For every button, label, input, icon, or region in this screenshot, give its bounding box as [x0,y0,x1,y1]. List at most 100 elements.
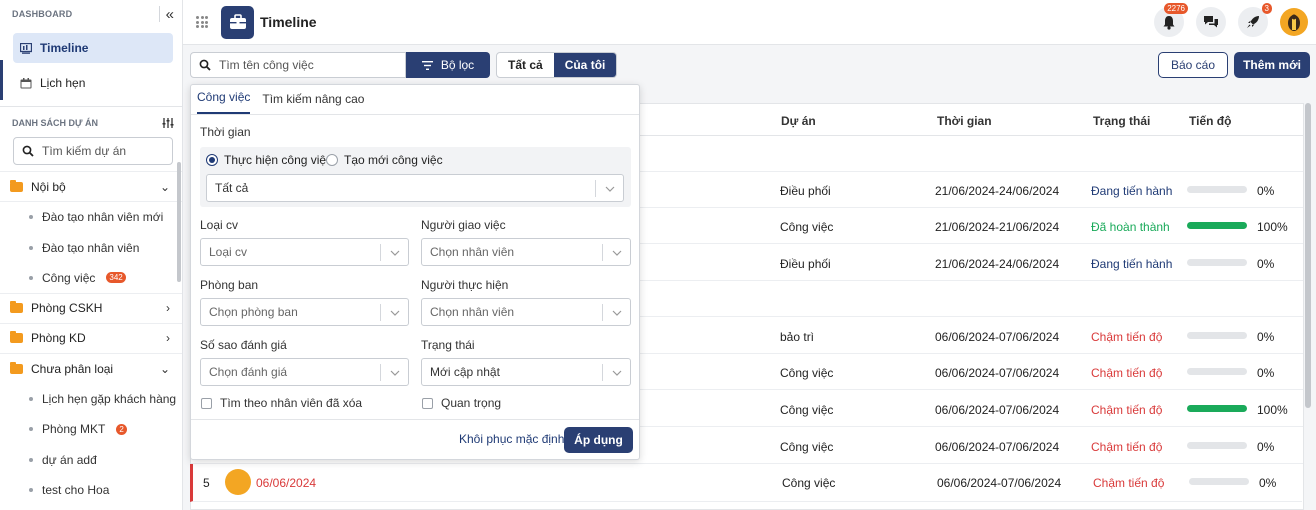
project-item[interactable]: dự án adđ [0,445,182,476]
nav-item-timeline[interactable]: Timeline [13,33,173,63]
radio-execute-task[interactable]: Thực hiện công việc [206,153,332,167]
task-type-select[interactable]: Loại cv [200,238,409,266]
bullet-icon [29,457,33,462]
status-label: Trạng thái [421,338,475,352]
time-range-select[interactable]: Tất cả [206,174,624,202]
chevron-down-icon [595,180,623,197]
cell-status: Chậm tiến độ [1091,330,1163,344]
select-placeholder: Chọn phòng ban [209,305,298,319]
filter-label: Bộ lọc [440,58,475,72]
divider [191,419,639,420]
progress-bar [1189,478,1249,485]
radio-create-task[interactable]: Tạo mới công việc [326,153,443,167]
bullet-icon [29,488,33,493]
reset-defaults-button[interactable]: Khôi phục mặc định [459,432,564,446]
task-type-label: Loại cv [200,218,239,232]
assigner-select[interactable]: Chọn nhân viên [421,238,631,266]
column-header-status: Trạng thái [1093,114,1151,128]
rocket-badge: 3 [1261,3,1272,14]
table-scrollbar[interactable] [1305,103,1311,408]
project-item[interactable]: Công việc 342 [0,263,182,294]
sidebar-scrollbar[interactable] [177,162,181,282]
status-select[interactable]: Mới cập nhật [421,358,631,386]
rating-select[interactable]: Chọn đánh giá [200,358,409,386]
checkbox-icon [422,397,433,409]
project-group-noi-bo[interactable]: Nội bộ ⌄ [0,172,182,202]
project-item[interactable]: Đào tạo nhân viên [0,233,182,264]
department-select[interactable]: Chọn phòng ban [200,298,409,326]
search-icon [199,59,211,71]
sort-filter-icon[interactable] [162,117,174,129]
cell-project: Công việc [780,440,834,454]
executor-select[interactable]: Chọn nhân viên [421,298,631,326]
toggle-all[interactable]: Tất cả [497,53,554,77]
apps-grid-icon[interactable] [196,16,208,28]
chevron-down-icon [602,304,630,321]
project-item[interactable]: Đào tạo nhân viên mới [0,202,182,233]
tab-advanced-search[interactable]: Tìm kiếm nâng cao [262,92,364,114]
cell-time: 06/06/2024-07/06/2024 [935,440,1060,454]
bell-icon [1163,15,1175,30]
apply-button[interactable]: Áp dụng [564,427,633,453]
calendar-icon [20,77,32,88]
rocket-icon [1247,16,1259,28]
project-group-unclassified[interactable]: Chưa phân loại ⌄ [0,354,182,384]
group-label: Chưa phân loại [31,361,114,376]
project-label: dự án adđ [42,452,97,467]
search-placeholder: Tìm kiếm dự án [42,144,127,158]
project-item[interactable]: Lịch hẹn gặp khách hàng [0,384,182,415]
collapse-sidebar-button[interactable]: « [158,6,174,22]
cell-time: 06/06/2024-07/06/2024 [935,366,1060,380]
select-placeholder: Loại cv [209,245,248,259]
rocket-button[interactable]: 3 [1238,3,1272,37]
search-placeholder: Tìm tên công việc [219,58,314,72]
cell-progress: 0% [1257,440,1275,454]
briefcase-icon [221,5,254,39]
cell-project: Công việc [782,476,836,490]
project-item[interactable]: test cho Hoa [0,475,182,506]
checkbox-icon [201,397,212,409]
checkbox-label: Quan trọng [441,396,502,410]
cell-status: Chậm tiến độ [1091,366,1163,380]
table-row[interactable]: 5 06/06/2024 Công việc 06/06/2024-07/06/… [190,464,1302,502]
radio-unchecked-icon [326,154,338,166]
progress-bar [1187,368,1247,375]
project-search-input[interactable]: Tìm kiếm dự án [13,137,173,165]
cell-index: 5 [203,476,210,490]
deleted-employee-checkbox[interactable]: Tìm theo nhân viên đã xóa [201,396,362,410]
cell-status: Đang tiến hành [1091,184,1173,198]
toggle-mine[interactable]: Của tôi [553,53,617,77]
cell-time: 06/06/2024-07/06/2024 [935,330,1060,344]
notifications-button[interactable]: 2276 [1154,3,1188,37]
cell-progress: 100% [1257,220,1288,234]
project-group-kd[interactable]: Phòng KD › [0,324,182,354]
project-item[interactable]: Phòng MKT 2 [0,414,182,445]
cell-progress: 0% [1257,330,1275,344]
assigner-label: Người giao việc [421,218,506,232]
select-value: Tất cả [215,181,249,195]
progress-bar [1187,222,1247,229]
filter-button[interactable]: Bộ lọc [406,52,490,78]
cell-project: Điều phối [780,257,831,271]
tab-tasks[interactable]: Công việc [197,90,251,114]
sidebar-edge-indicator [0,60,3,100]
project-label: Lịch hẹn gặp khách hàng [42,391,177,406]
user-avatar[interactable] [1280,8,1308,36]
report-button[interactable]: Báo cáo [1158,52,1228,78]
cell-time: 21/06/2024-24/06/2024 [935,257,1060,271]
group-label: Nội bộ [31,179,66,194]
chevron-down-icon: ⌄ [159,361,170,376]
project-group-cskh[interactable]: Phòng CSKH › [0,294,182,324]
chat-button[interactable] [1196,7,1226,37]
important-checkbox[interactable]: Quan trọng [422,396,501,410]
nav-item-calendar[interactable]: Lịch hẹn [13,68,173,98]
assignee-avatar [225,469,251,495]
cell-status: Chậm tiến độ [1093,476,1165,490]
bullet-icon [29,396,33,401]
bullet-icon [29,275,33,280]
task-search-input[interactable]: Tìm tên công việc [190,52,406,78]
add-new-button[interactable]: Thêm mới [1234,52,1310,78]
progress-bar [1187,332,1247,339]
time-label: Thời gian [200,125,251,139]
filter-tabs: Công việc Tìm kiếm nâng cao [191,85,639,115]
